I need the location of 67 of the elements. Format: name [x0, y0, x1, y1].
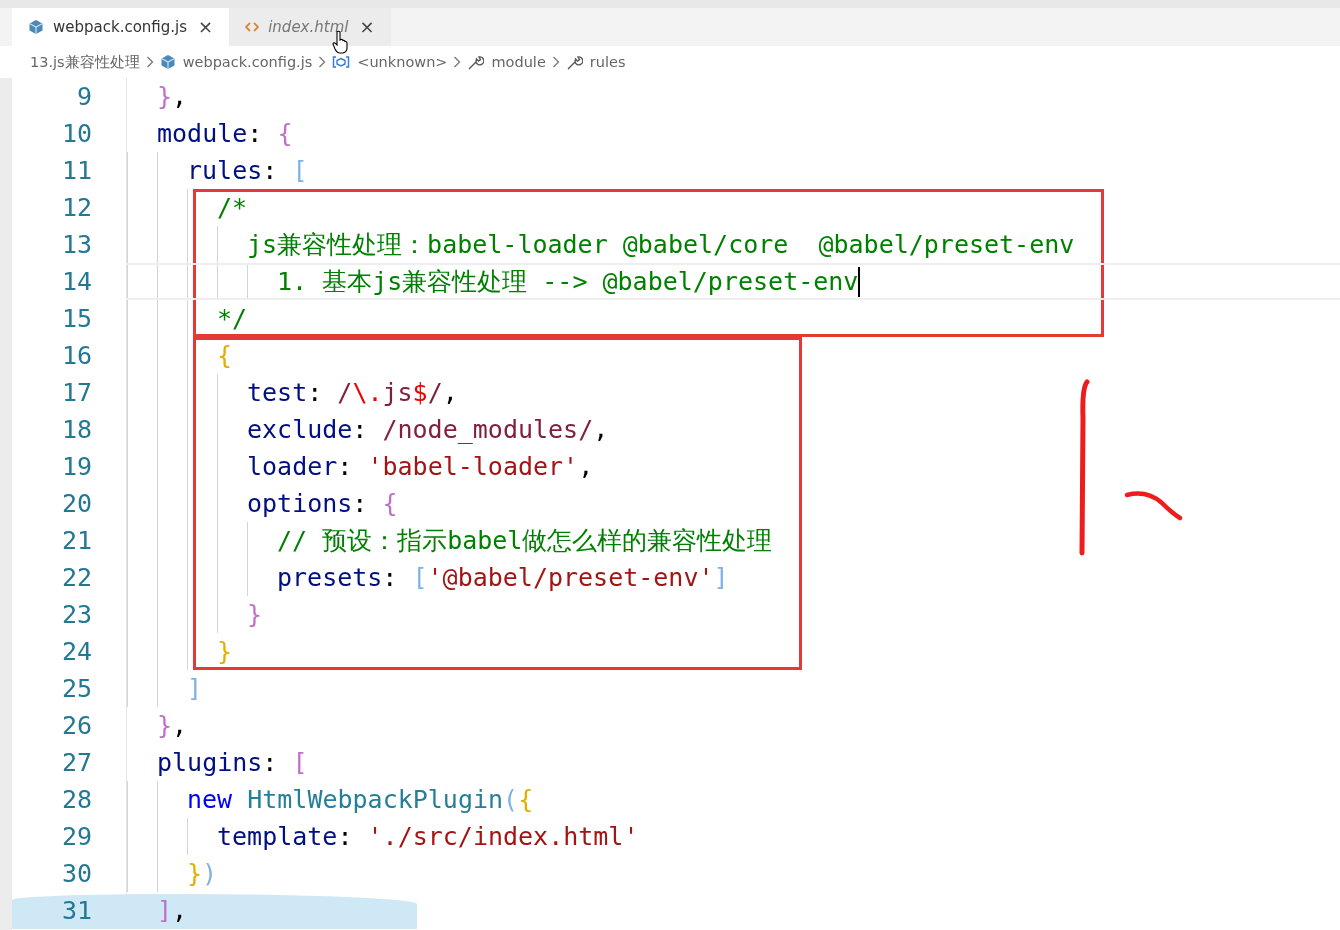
code-line: // 预设：指示babel做怎么样的兼容性处理 [277, 525, 773, 557]
code-line: new HtmlWebpackPlugin({ [187, 785, 534, 814]
breadcrumb-item[interactable]: 13.js兼容性处理 [30, 52, 140, 72]
close-icon[interactable]: × [196, 18, 216, 36]
line-number: 23 [60, 600, 93, 629]
code-line: js兼容性处理：babel-loader @babel/core @babel/preset-env [247, 229, 1075, 261]
code-line: plugins: [ [157, 748, 308, 777]
code-line: test: /\.js$/, [247, 378, 458, 407]
chevron-icon [318, 56, 327, 68]
line-number: 20 [60, 489, 93, 518]
cube-icon [28, 19, 44, 35]
code-line: 1. 基本js兼容性处理 --> @babel/preset-env [277, 265, 861, 298]
wrench-icon [467, 53, 485, 71]
line-number: 31 [60, 896, 93, 925]
line-number: 30 [60, 859, 93, 888]
code-line: options: { [247, 489, 398, 518]
code-line: rules: [ [187, 156, 308, 185]
code-line: } [217, 637, 233, 666]
line-number: 18 [60, 415, 93, 444]
hand-pointer-icon [332, 30, 350, 54]
chevron-icon [551, 56, 560, 68]
code-line: ], [157, 896, 188, 925]
line-number: 11 [60, 156, 93, 185]
chevron-icon [145, 56, 154, 68]
code-line: { [217, 341, 233, 370]
line-number: 10 [60, 119, 93, 148]
code-line: } [247, 600, 263, 629]
line-number: 21 [60, 526, 93, 555]
text-cursor [858, 266, 861, 297]
line-number: 9 [75, 82, 93, 111]
editor-tab[interactable]: webpack.config.js × [12, 8, 230, 46]
breadcrumb-item[interactable]: <unknown> [357, 54, 448, 70]
code-line: loader: 'babel-loader', [247, 452, 594, 481]
line-number: 15 [60, 304, 93, 333]
line-number: 24 [60, 637, 93, 666]
line-number: 29 [60, 822, 93, 851]
breadcrumb-item[interactable]: webpack.config.js [182, 54, 313, 70]
code-line: }) [187, 859, 218, 888]
close-icon[interactable]: × [357, 18, 377, 36]
line-number: 14 [60, 267, 93, 296]
editor-tab[interactable]: index.html × [229, 8, 391, 46]
wrench-icon [565, 53, 583, 71]
code-line: ] [187, 674, 203, 703]
breadcrumb-item[interactable]: module [491, 54, 546, 70]
code-line: template: './src/index.html' [217, 822, 639, 851]
line-number: 13 [60, 230, 93, 259]
line-number: 16 [60, 341, 93, 370]
code-icon [245, 21, 260, 33]
line-number: 27 [60, 748, 93, 777]
code-line: module: { [157, 119, 293, 148]
chevron-icon [453, 56, 462, 68]
line-number: 19 [60, 452, 93, 481]
breadcrumb-item[interactable]: rules [589, 54, 626, 70]
line-number: 26 [60, 711, 93, 740]
code-line: }, [157, 82, 188, 111]
code-line: /* [217, 193, 248, 222]
line-number: 22 [60, 563, 93, 592]
line-number: 12 [60, 193, 93, 222]
symbol-icon [332, 55, 351, 69]
cube-icon [159, 54, 176, 70]
code-line: presets: ['@babel/preset-env'] [277, 563, 729, 592]
line-number: 28 [60, 785, 93, 814]
line-number: 17 [60, 378, 93, 407]
code-line: }, [157, 711, 188, 740]
line-number: 25 [60, 674, 93, 703]
code-line: exclude: /node_modules/, [247, 415, 609, 444]
code-line: */ [217, 304, 248, 333]
